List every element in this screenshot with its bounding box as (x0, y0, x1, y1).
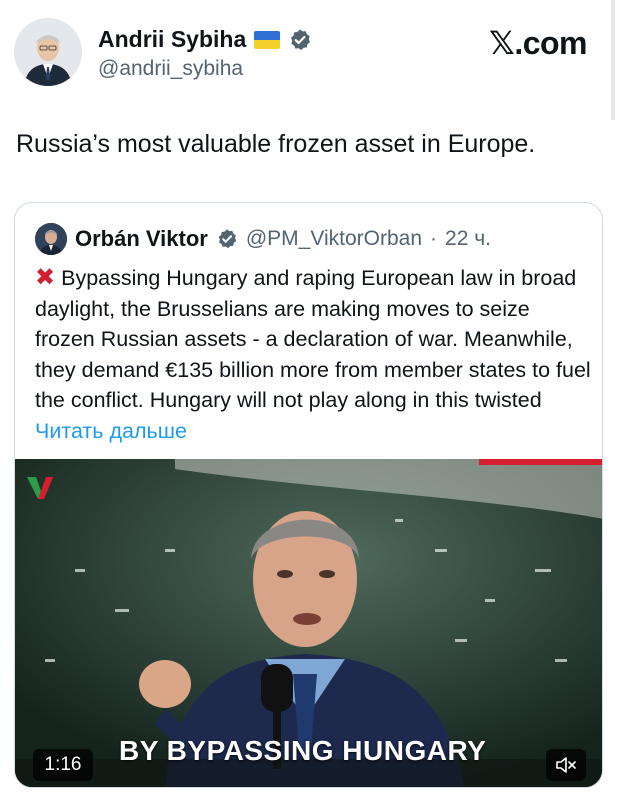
verified-badge-icon (291, 29, 311, 50)
quoted-post-header: Orbán Viktor @PM_ViktorOrban · 22 ч. (35, 223, 491, 255)
read-more-link[interactable]: Читать дальше (35, 419, 187, 443)
quoted-author-name[interactable]: Orbán Viktor (75, 226, 208, 252)
author-avatar-image (14, 18, 82, 86)
scrollbar[interactable] (611, 0, 615, 120)
video-caption: BY BYPASSING HUNGARY (119, 735, 487, 766)
quoted-post-time[interactable]: 22 ч. (445, 227, 491, 251)
video-player[interactable]: BY BYPASSING HUNGARY 1:16 (15, 459, 602, 787)
verified-badge-icon (218, 229, 237, 249)
red-cross-icon: ✖ (35, 264, 56, 291)
speaker-muted-icon (556, 757, 576, 773)
header-separator: · (430, 227, 438, 250)
quoted-author-avatar[interactable] (35, 223, 67, 255)
ukraine-flag-icon (254, 30, 281, 49)
x-logo: 𝕏.com (489, 25, 587, 61)
quoted-post[interactable]: Orbán Viktor @PM_ViktorOrban · 22 ч. ✖ By… (14, 202, 603, 788)
author-name[interactable]: Andrii Sybiha (98, 26, 246, 53)
author-handle[interactable]: @andrii_sybiha (98, 57, 312, 81)
quoted-post-body: ✖ Bypassing Hungary and raping European l… (35, 263, 595, 446)
mute-button[interactable] (546, 749, 586, 781)
post-text: Russia’s most valuable frozen asset in E… (16, 130, 536, 158)
quoted-post-text: Bypassing Hungary and raping European la… (35, 266, 591, 412)
channel-logo-icon (27, 477, 53, 499)
progress-indicator (479, 459, 602, 465)
post-author[interactable]: Andrii Sybiha @andrii_sybiha (14, 18, 312, 86)
video-duration: 1:16 (33, 749, 93, 781)
author-avatar[interactable] (14, 18, 82, 86)
quoted-avatar-image (35, 223, 67, 255)
quoted-author-handle[interactable]: @PM_ViktorOrban (246, 227, 422, 251)
